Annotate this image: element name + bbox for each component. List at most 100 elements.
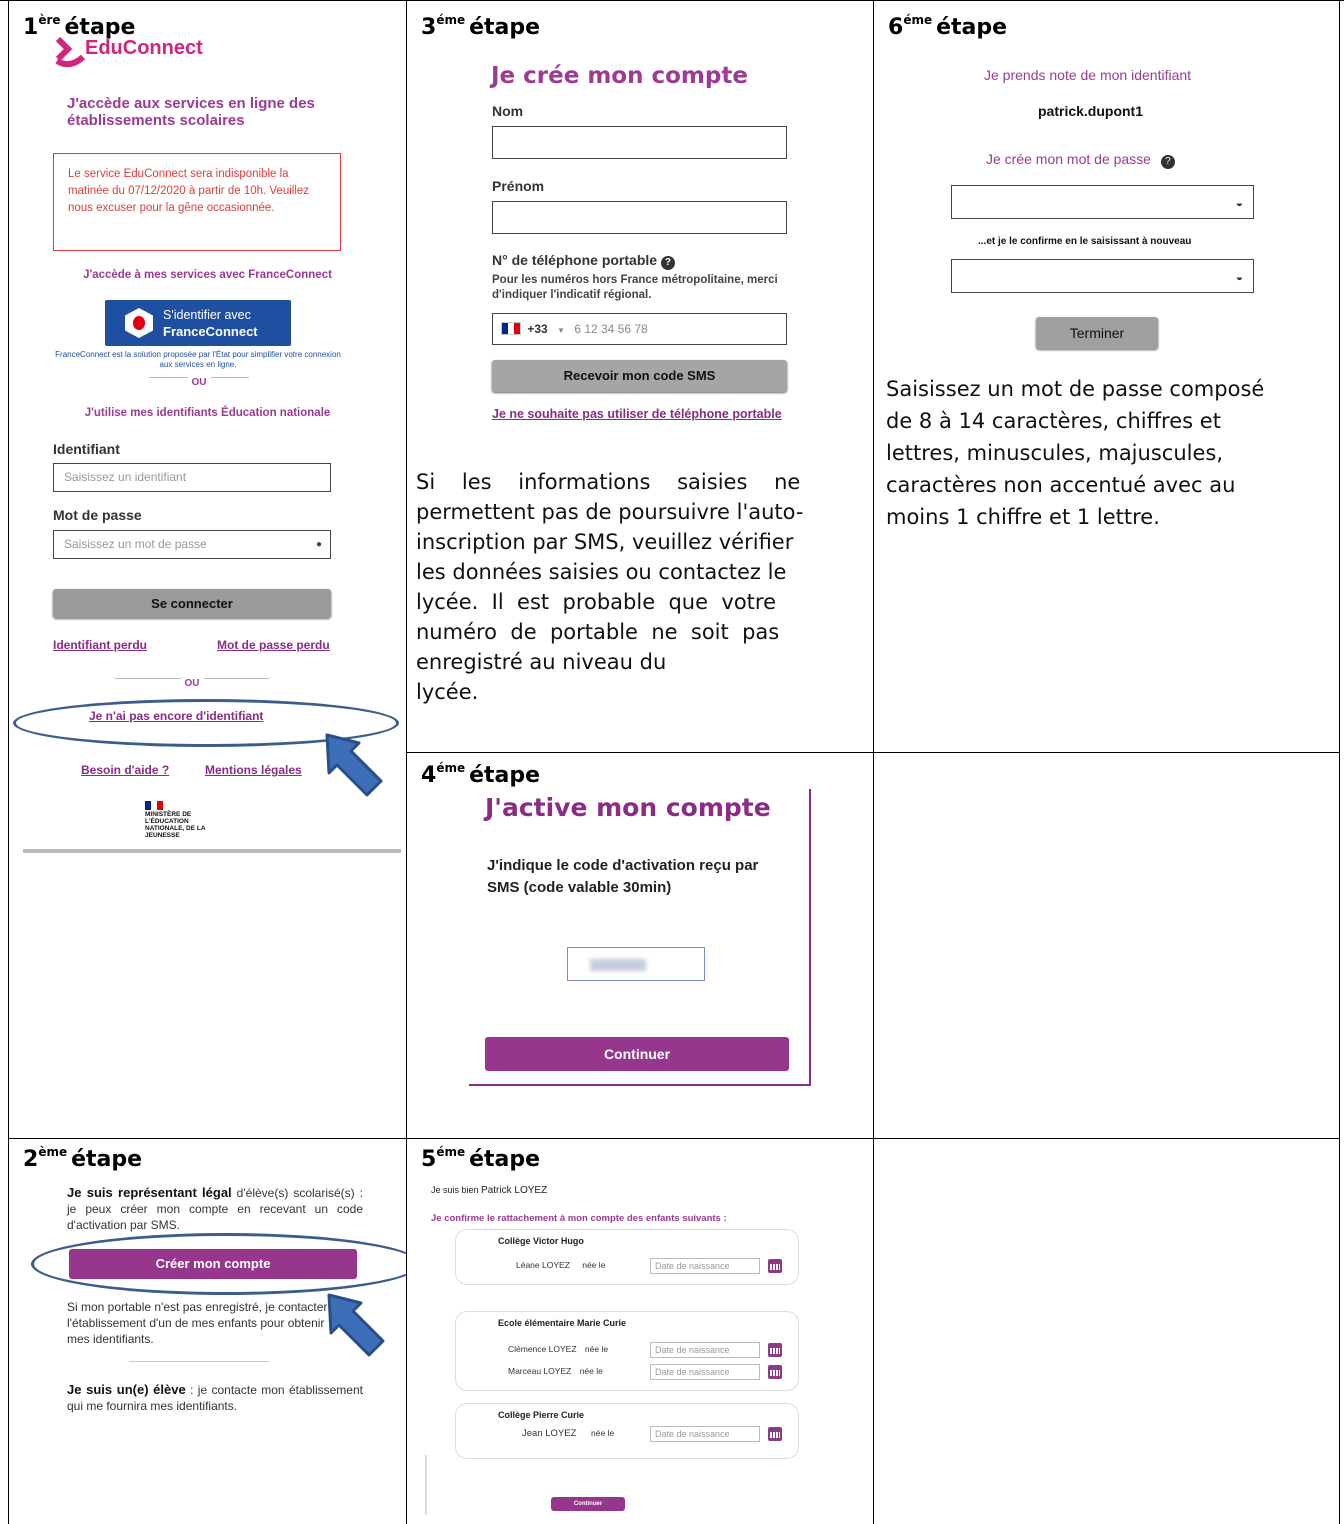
create-password-heading: Je crée mon mot de passe ? — [986, 151, 1175, 169]
lost-password-link[interactable]: Mot de passe perdu — [217, 638, 330, 652]
eye-icon[interactable]: ◒ — [1236, 270, 1243, 284]
legal-rep-paragraph: Je suis représentant légal d'élève(s) sc… — [67, 1185, 364, 1232]
password-placeholder: Saisissez un mot de passe — [64, 537, 207, 551]
child-row: Marceau LOYEZ née le — [508, 1366, 603, 1376]
page-bottom-bar — [23, 849, 401, 853]
sms-button[interactable]: Recevoir mon code SMS — [492, 360, 787, 392]
blurred-code — [590, 959, 646, 971]
maintenance-alert: Le service EduConnect sera indisponible … — [53, 153, 341, 251]
activation-panel: J'active mon compte J'indique le code d'… — [469, 789, 811, 1086]
step5-cell: 5éme étape Je suis bien Patrick LOYEZ Je … — [407, 1139, 873, 1524]
eye-icon[interactable]: ◒ — [1236, 196, 1243, 210]
step5-title: 5éme étape — [421, 1145, 541, 1172]
phone-placeholder: 6 12 34 56 78 — [574, 322, 648, 336]
help-link[interactable]: Besoin d'aide ? — [81, 763, 169, 777]
eye-icon[interactable]: ● — [316, 531, 322, 558]
arrow-pointer-icon — [325, 733, 383, 797]
educonnect-logo: EduConnect — [55, 35, 255, 71]
step2-cell: 2ème étape Je suis représentant légal d'é… — [9, 1139, 406, 1524]
educonnect-logo-icon — [55, 36, 86, 68]
activate-heading: J'active mon compte — [485, 793, 771, 822]
activation-code-input[interactable] — [567, 947, 705, 981]
child-row: Jean LOYEZ née le — [522, 1428, 615, 1439]
ministry-logo: MINISTÈRE DE L'ÉDUCATION NATIONALE, DE L… — [145, 801, 265, 839]
finish-button[interactable]: Terminer — [1036, 317, 1158, 349]
identifier-label: Identifiant — [53, 441, 120, 457]
help-icon[interactable]: ? — [1160, 155, 1175, 169]
birthdate-input[interactable]: Date de naissance — [650, 1258, 760, 1274]
password-label: Mot de passe — [53, 507, 142, 523]
lost-identifier-link[interactable]: Identifiant perdu — [53, 638, 147, 652]
step2-separator — [129, 1361, 269, 1362]
school-name: Collège Pierre Curie — [498, 1410, 585, 1420]
child-row: Clémence LOYEZ née le — [508, 1344, 609, 1354]
step5-left-shadow — [425, 1455, 427, 1515]
or-separator-1: OU — [149, 372, 249, 388]
phone-input[interactable]: +33 ▼ 6 12 34 56 78 — [492, 313, 787, 345]
or-separator-2: OU — [115, 673, 269, 689]
new-password-input[interactable]: ◒ — [951, 185, 1254, 219]
phone-prefix: +33 — [527, 322, 548, 336]
calendar-icon[interactable] — [768, 1365, 782, 1379]
children-heading: Je confirme le rattachement à mon compte… — [431, 1213, 727, 1224]
attach-continue-button[interactable]: Continuer — [551, 1497, 625, 1511]
school-card-3: Collège Pierre Curie Jean LOYEZ née le D… — [455, 1403, 799, 1459]
calendar-icon[interactable] — [768, 1343, 782, 1357]
chevron-down-icon[interactable]: ▼ — [557, 326, 565, 335]
school-name: Collège Victor Hugo — [498, 1236, 584, 1246]
franceconnect-button-line2: FranceConnect — [163, 324, 258, 339]
legal-link[interactable]: Mentions légales — [205, 763, 302, 777]
school-name: Ecole élémentaire Marie Curie — [498, 1318, 627, 1328]
connect-button[interactable]: Se connecter — [53, 589, 331, 618]
confirm-password-input[interactable]: ◒ — [951, 259, 1254, 293]
franceconnect-heading: J'accède à mes services avec FranceConne… — [83, 269, 332, 281]
prenom-input[interactable] — [492, 201, 787, 234]
step3-note: Si les informations saisies ne permetten… — [416, 470, 804, 704]
birthdate-input[interactable]: Date de naissance — [650, 1364, 760, 1380]
activation-instruction: J'indique le code d'activation reçu par … — [487, 857, 759, 896]
password-rules: Saisissez un mot de passe composé de 8 à… — [886, 377, 1265, 529]
step6-cell: 6éme étape Je prends note de mon identifi… — [874, 1, 1339, 752]
step3-title: 3éme étape — [421, 13, 541, 40]
help-icon[interactable]: ? — [660, 256, 675, 270]
marianne-flag-icon — [145, 801, 163, 810]
step6-title: 6éme étape — [888, 13, 1008, 40]
identifier-input[interactable]: Saisissez un identifiant — [53, 463, 331, 492]
calendar-icon[interactable] — [768, 1259, 782, 1273]
birthdate-input[interactable]: Date de naissance — [650, 1426, 760, 1442]
educonnect-logo-text: EduConnect — [85, 37, 203, 59]
or-label-1: OU — [187, 377, 211, 388]
step2-title: 2ème étape — [23, 1145, 143, 1172]
france-flag-icon — [501, 322, 521, 335]
identity-confirm: Je suis bien Patrick LOYEZ — [431, 1185, 548, 1196]
phone-hint: Pour les numéros hors France métropolita… — [492, 274, 778, 301]
step4-title: 4éme étape — [421, 761, 541, 788]
prenom-label: Prénom — [492, 178, 545, 194]
birthdate-input[interactable]: Date de naissance — [650, 1342, 760, 1358]
note-identifier-heading: Je prends note de mon identifiant — [984, 67, 1192, 83]
table-border-right — [1339, 0, 1340, 1524]
step1-heading: J'accède aux services en ligne des établ… — [67, 95, 315, 129]
education-heading: J'utilise mes identifiants Éducation nat… — [84, 407, 331, 419]
franceconnect-caption: FranceConnect est la solution proposée p… — [55, 350, 341, 369]
activate-continue-button[interactable]: Continuer — [485, 1037, 789, 1071]
phone-label: N° de téléphone portable ? — [492, 252, 675, 270]
step4-cell: 4éme étape J'active mon compte J'indique … — [407, 753, 873, 1138]
phone-not-registered-paragraph: Si mon portable n'est pas enregistré, je… — [67, 1300, 328, 1346]
no-phone-link[interactable]: Je ne souhaite pas utiliser de téléphone… — [492, 405, 782, 423]
highlight-ellipse-step2 — [31, 1233, 406, 1295]
franceconnect-button-line1: S'identifier avec — [163, 308, 251, 322]
nom-input[interactable] — [492, 126, 787, 159]
create-account-heading: Je crée mon compte — [491, 63, 748, 89]
student-paragraph: Je suis un(e) élève : je contacte mon ét… — [67, 1382, 363, 1413]
or-label-2: OU — [180, 678, 204, 689]
child-row: Léane LOYEZ née le — [516, 1260, 606, 1270]
password-input[interactable]: Saisissez un mot de passe ● — [53, 530, 331, 559]
maintenance-alert-text: Le service EduConnect sera indisponible … — [68, 168, 310, 214]
calendar-icon[interactable] — [768, 1427, 782, 1441]
identifier-value: patrick.dupont1 — [1038, 103, 1144, 119]
arrow-pointer-icon-2 — [327, 1293, 385, 1357]
confirm-password-label: ...et je le confirme en le saisissant à … — [978, 236, 1192, 247]
step1-cell: 1ère étape EduConnect J'accède aux servic… — [9, 1, 406, 1138]
franceconnect-button[interactable]: S'identifier avec FranceConnect — [105, 300, 291, 346]
